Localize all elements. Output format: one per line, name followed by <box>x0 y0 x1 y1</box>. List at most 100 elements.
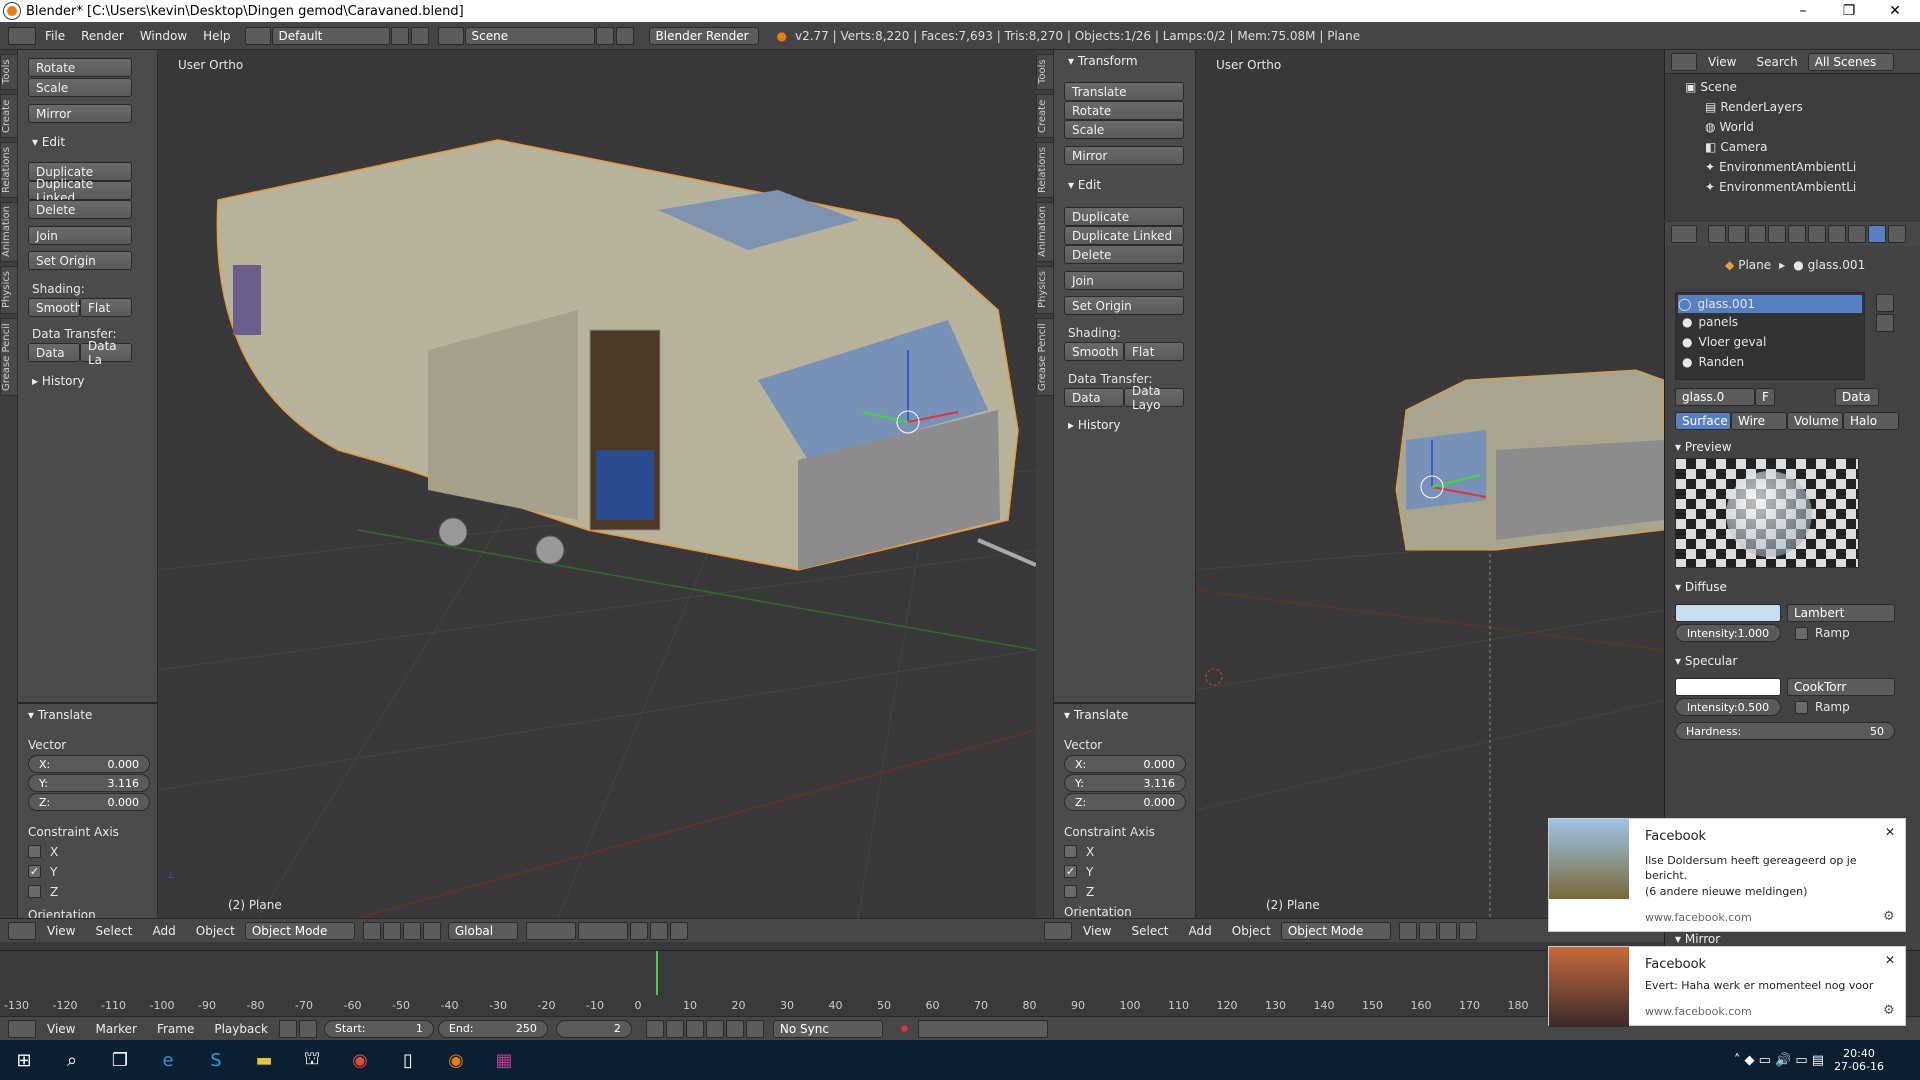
tab-volume[interactable]: Volume <box>1787 412 1843 430</box>
editor-type-icon[interactable] <box>1671 225 1697 243</box>
material-slot-randen[interactable]: ● Randen <box>1682 355 1744 369</box>
menu-view[interactable]: View <box>47 924 75 938</box>
pivot-icon[interactable] <box>1418 921 1437 940</box>
rotate-button[interactable]: Rotate <box>28 58 132 77</box>
editor-type-icon[interactable] <box>8 1019 36 1038</box>
outliner-row-lamp[interactable]: ✦ EnvironmentAmbientLi <box>1705 180 1856 194</box>
tab-wire[interactable]: Wire <box>1731 412 1787 430</box>
vector-x-field[interactable]: X: 0.000 <box>28 755 150 773</box>
history-panel-header[interactable]: ▸ History <box>1068 418 1121 432</box>
render-icon[interactable] <box>669 921 688 940</box>
tray-icons[interactable]: ˄ ◆ ▭ 🔊 ▭ ▤ <box>1734 1053 1824 1068</box>
constraint-z-checkbox[interactable] <box>1064 885 1077 898</box>
menu-playback[interactable]: Playback <box>214 1022 268 1036</box>
vector-y-field[interactable]: Y: 3.116 <box>1064 774 1186 792</box>
sync-mode-select[interactable]: No Sync <box>772 1019 883 1038</box>
viewport-right[interactable]: User Ortho (2) Plane <box>1196 50 1664 918</box>
tab-animation[interactable]: Animation <box>0 202 18 262</box>
duplicate-button[interactable]: Duplicate <box>1064 207 1184 226</box>
translate-button[interactable]: Translate <box>1064 82 1184 101</box>
viewport-shading-icon[interactable] <box>362 921 381 940</box>
notification-toast[interactable]: Facebook Ilse Doldersum heeft gereageerd… <box>1548 818 1906 932</box>
menu-file[interactable]: File <box>37 29 73 43</box>
task-view-icon[interactable]: ❐ <box>96 1040 144 1080</box>
caravan-model-distant[interactable] <box>1395 369 1664 551</box>
add-slot-icon[interactable] <box>1876 294 1894 312</box>
outliner-filter-select[interactable]: All Scenes <box>1807 52 1894 71</box>
skype-icon[interactable]: S <box>192 1040 240 1080</box>
constraints-tab-icon[interactable] <box>1808 225 1826 243</box>
maximize-button[interactable]: ❐ <box>1826 0 1872 22</box>
vector-y-field[interactable]: Y: 3.116 <box>28 774 150 792</box>
add-scene-icon[interactable] <box>595 26 614 45</box>
tab-relations[interactable]: Relations <box>0 142 18 198</box>
scene-field[interactable]: Scene <box>464 26 595 45</box>
play-reverse-icon[interactable] <box>685 1019 704 1038</box>
preview-range-icon[interactable] <box>278 1019 297 1038</box>
lock-icon[interactable] <box>298 1019 317 1038</box>
data-button[interactable]: Data <box>28 343 80 362</box>
start-icon[interactable]: ⊞ <box>0 1040 48 1080</box>
duplicate-linked-button[interactable]: Duplicate Linked <box>28 177 132 205</box>
jump-start-icon[interactable] <box>645 1019 664 1038</box>
scale-button[interactable]: Scale <box>28 78 132 97</box>
diffuse-panel-header[interactable]: ▾ Diffuse <box>1675 580 1727 594</box>
data-layout-button[interactable]: Data Layo <box>1124 384 1184 412</box>
clock[interactable]: 20:40 27-06-16 <box>1834 1047 1884 1073</box>
smooth-button[interactable]: Smooth <box>1064 342 1124 361</box>
chrome-icon[interactable]: ◉ <box>336 1040 384 1080</box>
vector-z-field[interactable]: Z: 0.000 <box>28 793 150 811</box>
texture-tab-icon[interactable] <box>1888 225 1906 243</box>
close-icon[interactable]: ✕ <box>1885 953 1895 967</box>
breadcrumb-material[interactable]: glass.001 <box>1808 258 1866 272</box>
data-tab-icon[interactable] <box>1848 225 1866 243</box>
link-data-select[interactable]: Data <box>1835 388 1879 406</box>
material-slot-panels[interactable]: ● panels <box>1682 315 1738 329</box>
material-slot-glass[interactable]: ◯ glass.001 <box>1678 295 1862 313</box>
world-tab-icon[interactable] <box>1768 225 1786 243</box>
translate-op-header[interactable]: ▾ Translate <box>28 708 92 722</box>
proportional-edit-icon[interactable] <box>629 921 648 940</box>
prev-keyframe-icon[interactable] <box>665 1019 684 1038</box>
mirror-panel-header[interactable]: ▾ Mirror <box>1675 932 1720 946</box>
tab-animation[interactable]: Animation <box>1036 202 1054 262</box>
menu-window[interactable]: Window <box>132 29 195 43</box>
outliner-row-lamp[interactable]: ✦ EnvironmentAmbientLi <box>1705 160 1856 174</box>
mirror-button[interactable]: Mirror <box>28 104 132 123</box>
constraint-y-checkbox[interactable]: ✓ <box>1064 865 1077 878</box>
diffuse-ramp-checkbox[interactable] <box>1795 627 1808 640</box>
menu-object[interactable]: Object <box>196 924 235 938</box>
blender-taskbar-icon[interactable]: ◉ <box>432 1040 480 1080</box>
menu-render[interactable]: Render <box>73 29 132 43</box>
menu-select[interactable]: Select <box>95 924 132 938</box>
render-engine-select[interactable]: Blender Render <box>648 26 759 45</box>
join-button[interactable]: Join <box>1064 271 1184 290</box>
flat-button[interactable]: Flat <box>1124 342 1184 361</box>
outliner-row-world[interactable]: ◍ World <box>1705 120 1754 134</box>
layers-tab-icon[interactable] <box>1728 225 1746 243</box>
tab-tools[interactable]: Tools <box>1036 54 1054 90</box>
smooth-button[interactable]: Smooth <box>28 298 82 317</box>
object-mode-select[interactable]: Object Mode <box>244 921 355 940</box>
tab-tools[interactable]: Tools <box>0 54 18 90</box>
object-mode-select[interactable]: Object Mode <box>1280 921 1391 940</box>
diffuse-shader-select[interactable]: Lambert <box>1787 604 1895 622</box>
material-slot-vloer[interactable]: ● Vloer geval <box>1682 335 1766 349</box>
diffuse-color-swatch[interactable] <box>1675 604 1781 622</box>
notepad-icon[interactable]: ▯ <box>384 1040 432 1080</box>
vector-x-field[interactable]: X: 0.000 <box>1064 755 1186 773</box>
translate-manipulator-icon[interactable] <box>1458 921 1477 940</box>
menu-object[interactable]: Object <box>1232 924 1271 938</box>
menu-view[interactable]: View <box>47 1022 75 1036</box>
edge-icon[interactable]: e <box>144 1040 192 1080</box>
current-frame-field[interactable]: 2 <box>555 1019 632 1038</box>
winrar-icon[interactable]: ▦ <box>480 1040 528 1080</box>
add-layout-icon[interactable] <box>390 26 409 45</box>
history-panel-header[interactable]: ▸ History <box>32 374 85 388</box>
start-frame-field[interactable]: Start: 1 <box>323 1019 434 1038</box>
editor-type-icon[interactable] <box>8 26 36 45</box>
screen-layout-field[interactable]: Default <box>271 26 390 45</box>
outliner-row-renderlayers[interactable]: ▤ RenderLayers <box>1705 100 1803 114</box>
manipulator-icon[interactable] <box>1438 921 1457 940</box>
scene-icon[interactable] <box>437 26 464 45</box>
